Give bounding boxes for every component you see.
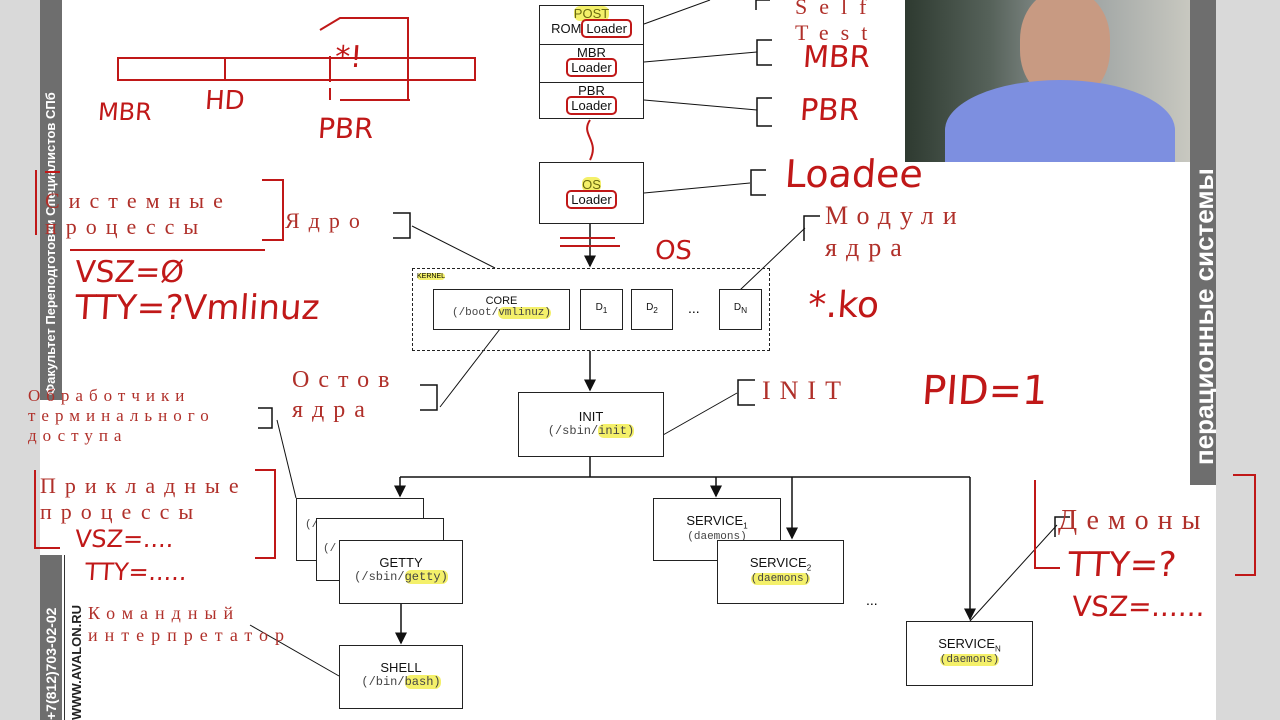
cmd-interp-note: Командный интерпретатор — [88, 603, 291, 645]
service1-label: SERVICE — [686, 513, 744, 528]
pid-handwritten: PID=1 — [920, 368, 1050, 414]
d1-sub: 1 — [602, 305, 608, 315]
mbr-handwritten: MBR — [801, 40, 872, 75]
modules-note: Модули ядра — [825, 201, 966, 262]
shell-box: SHELL (/bin/bash) — [339, 645, 463, 709]
tty-q-handwritten: TTY=? — [1066, 545, 1178, 585]
term-handlers-note: Обработчики терминального доступа — [28, 386, 215, 445]
service2-box: SERVICE2 (daemons) — [717, 540, 844, 604]
core-path-prefix: (/boot/ — [451, 307, 499, 319]
disk-pbr-label: PBR — [316, 112, 375, 145]
vsz-daemon-handwritten: VSZ=...... — [1070, 590, 1207, 623]
servicen-box: SERVICEN (daemons) — [906, 621, 1033, 686]
servicen-sub: N — [995, 644, 1001, 654]
disk-mark: *! — [333, 40, 364, 75]
pbr-handwritten: PBR — [798, 93, 861, 128]
servicen-label: SERVICE — [938, 636, 996, 651]
init-path-file: init) — [598, 424, 635, 438]
getty-middle-path: (/ — [323, 543, 337, 555]
shell-path-prefix: (/bin/ — [361, 675, 405, 689]
kernel-label: KERNEL — [417, 273, 446, 280]
init-label: INIT — [578, 409, 604, 424]
d2-sub: 2 — [653, 305, 658, 315]
vsz0-handwritten: VSZ=Ø — [73, 255, 186, 290]
getty-label: GETTY — [379, 555, 423, 570]
ko-handwritten: *.ko — [806, 285, 881, 326]
getty-path-prefix: (/sbin/ — [354, 570, 405, 584]
kernel-note: Ядро — [285, 208, 369, 233]
ostov-note: Остов ядра — [292, 367, 399, 423]
tty-dots-handwritten: TTY=..... — [84, 558, 188, 586]
os-handwritten: OS — [653, 236, 694, 266]
pbr-loader: Loader — [566, 96, 617, 115]
service2-sub: 2 — [806, 563, 812, 573]
disk-mbr-label: MBR — [97, 98, 153, 126]
getty-box: GETTY (/sbin/getty) — [339, 540, 463, 604]
init-note: INIT — [762, 376, 850, 405]
pbr-section: PBR Loader — [540, 83, 643, 115]
post-section: POST ROM Loader — [540, 6, 643, 45]
service1-sub: 1 — [743, 521, 748, 531]
boot-stack: POST ROM Loader MBR Loader PBR Loader — [539, 5, 644, 119]
driver-d2: D2 — [631, 289, 673, 330]
daemons-note: Демоны — [1058, 505, 1210, 536]
core-path-file: vmlinuz) — [498, 307, 552, 319]
mbr-section: MBR Loader — [540, 45, 643, 83]
tty-vmlinuz-handwritten: TTY=?Vmlinuz — [73, 288, 321, 328]
app-procs-note: Прикладные процессы — [40, 473, 248, 524]
rom-label: ROM — [551, 21, 582, 36]
disk-hd-label: HD — [203, 86, 246, 116]
init-path-prefix: (/sbin/ — [547, 424, 599, 438]
shell-label: SHELL — [380, 660, 422, 675]
os-loader-box: OS Loader — [539, 162, 644, 224]
system-procs-note: Системные процессы — [45, 188, 232, 239]
driver-ellipsis: ... — [688, 300, 700, 316]
service2-label: SERVICE — [749, 555, 807, 570]
init-box: INIT (/sbin/init) — [518, 392, 664, 457]
os-loader: Loader — [566, 190, 617, 209]
core-box: CORE (/boot/vmlinuz) — [433, 289, 570, 330]
service2-path: (daemons) — [750, 572, 811, 585]
loader-handwritten: Loadee — [783, 152, 925, 196]
shell-path-file: bash) — [404, 675, 441, 689]
d1-label: D — [595, 302, 603, 313]
servicen-path: (daemons) — [939, 653, 1000, 666]
core-label: CORE — [485, 295, 518, 307]
driver-dn: DN — [719, 289, 762, 330]
rom-loader: Loader — [581, 19, 632, 38]
mbr-loader: Loader — [566, 58, 617, 77]
driver-d1: D1 — [580, 289, 623, 330]
getty-path-file: getty) — [404, 570, 448, 584]
vsz-dots-handwritten: VSZ=.... — [74, 525, 175, 553]
services-ellipsis: ... — [866, 592, 878, 608]
dn-sub: N — [741, 305, 748, 315]
